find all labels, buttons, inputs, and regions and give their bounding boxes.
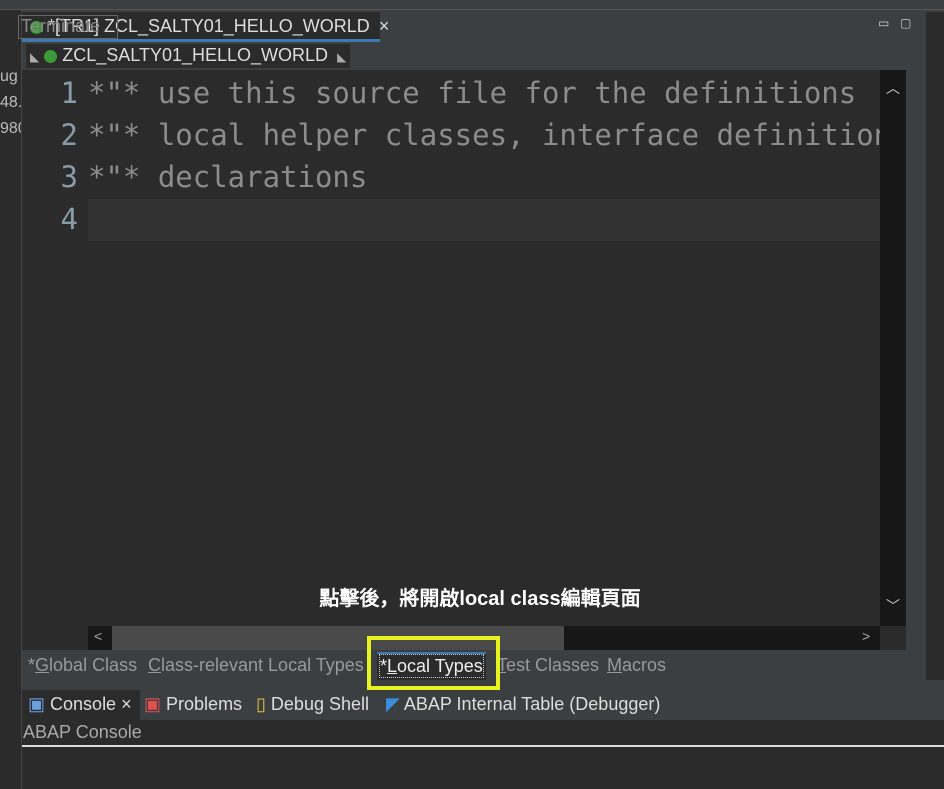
- debug-shell-icon: ▯: [256, 694, 266, 714]
- tab-console[interactable]: ▣ Console ×: [28, 694, 132, 715]
- tab-class-relevant-local-types[interactable]: Class-relevant Local Types: [148, 655, 364, 676]
- current-line-highlight: [88, 199, 880, 241]
- line-number: 1: [60, 76, 78, 110]
- editor-tab-bar: *[TR1] ZCL_SALTY01_HELLO_WORLD × Termina…: [18, 12, 920, 42]
- console-panel: ABAP Console: [22, 720, 944, 789]
- maximize-icon[interactable]: ▢: [900, 16, 911, 30]
- breadcrumb: ◣ ZCL_SALTY01_HELLO_WORLD ◣: [22, 42, 920, 70]
- chevron-left-icon[interactable]: <: [94, 628, 102, 644]
- vertical-scrollbar[interactable]: ︿ ﹀: [880, 70, 906, 626]
- code-editor[interactable]: 1 *"* use this source file for the defin…: [22, 70, 906, 650]
- divider: [22, 745, 944, 747]
- class-icon: [44, 49, 58, 63]
- close-icon: ×: [121, 694, 132, 714]
- console-title: ABAP Console: [23, 722, 142, 742]
- line-number: 3: [60, 160, 78, 194]
- breadcrumb-item[interactable]: ◣ ZCL_SALTY01_HELLO_WORLD ◣: [26, 44, 351, 68]
- line-number: 2: [60, 118, 78, 152]
- chevron-right-icon: ◣: [30, 50, 40, 64]
- console-icon: ▣: [28, 694, 46, 714]
- left-panel: ug 48. 980: [0, 10, 22, 789]
- code-line[interactable]: *"* use this source file for the definit…: [88, 76, 880, 110]
- code-line[interactable]: *"* declarations: [88, 160, 880, 194]
- panel-text: 980: [0, 120, 21, 137]
- right-panel: [926, 12, 944, 680]
- close-icon[interactable]: ×: [379, 16, 390, 36]
- problems-icon: ▣: [144, 694, 162, 714]
- table-icon: ◤: [386, 694, 400, 714]
- highlight-box: [367, 636, 500, 690]
- tab-test-classes[interactable]: Test Classes: [497, 655, 599, 676]
- tab-global-class[interactable]: *Global Class: [28, 655, 137, 676]
- line-number: 4: [60, 202, 78, 236]
- tab-problems[interactable]: ▣ Problems: [144, 694, 242, 715]
- code-line[interactable]: *"* local helper classes, interface defi…: [88, 118, 880, 152]
- main-toolbar: [0, 0, 944, 10]
- tab-abap-internal-table[interactable]: ◤ ABAP Internal Table (Debugger): [386, 694, 660, 715]
- tab-macros[interactable]: Macros: [607, 655, 666, 676]
- tab-debug-shell[interactable]: ▯ Debug Shell: [256, 694, 369, 715]
- panel-text: ug: [0, 68, 18, 85]
- chevron-right-icon[interactable]: >: [862, 628, 870, 644]
- breadcrumb-label: ZCL_SALTY01_HELLO_WORLD: [62, 45, 329, 65]
- minimize-icon[interactable]: ▭: [878, 16, 889, 30]
- chevron-up-icon[interactable]: ︿: [886, 78, 900, 98]
- chevron-right-icon[interactable]: ◣: [337, 50, 346, 64]
- panel-text: 48.: [0, 94, 22, 111]
- terminate-tooltip: Terminate: [18, 15, 118, 39]
- console-tab-bar: ▣ Console × ▣ Problems ▯ Debug Shell ◤ A…: [22, 690, 944, 720]
- annotation-caption: 點擊後，將開啟local class編輯頁面: [319, 588, 641, 610]
